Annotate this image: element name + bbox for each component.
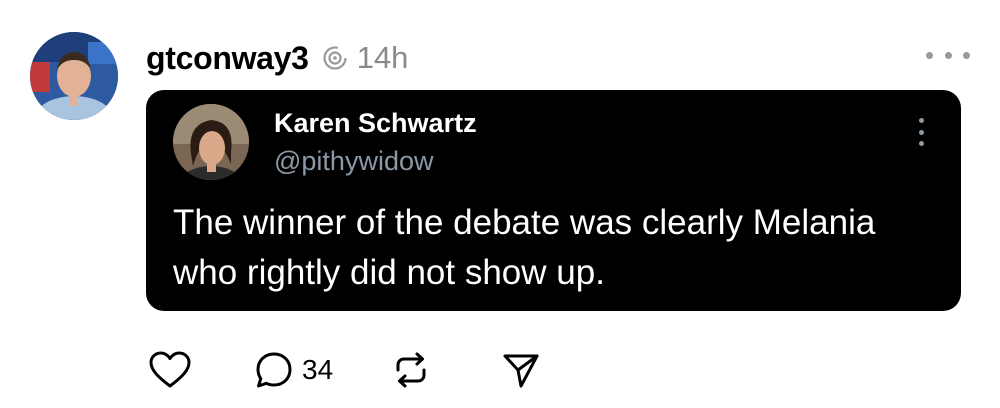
reply-button[interactable]: 34 <box>254 350 333 390</box>
threads-icon <box>321 44 349 72</box>
quoted-author-avatar[interactable] <box>173 104 249 180</box>
more-dot <box>918 129 924 135</box>
repost-icon <box>396 352 426 388</box>
quoted-post-text: The winner of the debate was clearly Mel… <box>173 203 876 292</box>
author-username[interactable]: gtconway3 <box>146 40 309 77</box>
quoted-author-name[interactable]: Karen Schwartz <box>274 108 477 139</box>
quoted-more-options-button[interactable] <box>917 118 925 146</box>
more-options-button[interactable] <box>926 44 970 66</box>
quoted-post-card[interactable]: Karen Schwartz @pithywidow The winner of… <box>146 90 961 311</box>
more-vertical-icon <box>918 118 924 123</box>
more-dot <box>918 141 924 146</box>
like-button[interactable] <box>148 350 192 390</box>
post-header: gtconway3 14h <box>146 36 408 80</box>
thread-post: gtconway3 14h Karen Schwartz @pithywidow… <box>0 0 1000 408</box>
more-dot <box>963 51 970 59</box>
reply-count: 34 <box>302 354 334 385</box>
post-timestamp: 14h <box>356 40 409 75</box>
repost-button[interactable] <box>391 350 431 390</box>
more-horizontal-icon <box>926 51 933 59</box>
comment-icon <box>256 352 292 388</box>
author-avatar[interactable] <box>30 32 118 120</box>
more-dot <box>944 51 952 59</box>
send-icon <box>503 354 539 388</box>
share-button[interactable] <box>501 350 541 390</box>
author-avatar-image <box>30 32 118 120</box>
quoted-avatar-image <box>173 104 249 180</box>
heart-icon <box>149 351 191 388</box>
post-actions: 34 <box>146 346 541 394</box>
quoted-author-handle[interactable]: @pithywidow <box>274 146 433 177</box>
